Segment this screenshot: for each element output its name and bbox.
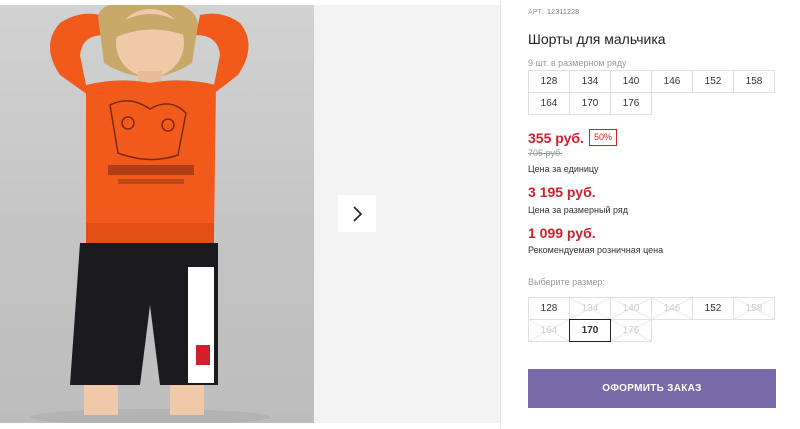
article-value: 12311228 [547,9,580,16]
chevron-right-icon [353,205,363,222]
size-option-label: 128 [540,303,558,314]
retail-price: 1 099 руб. [528,225,596,241]
size-option[interactable]: 128 [528,297,570,320]
size-option-label: 152 [704,303,722,314]
size-option[interactable]: 152 [692,297,734,320]
size-option-unavailable: 140 [610,297,652,320]
article-label: АРТ: [528,9,545,16]
panel-divider [500,0,501,429]
size-option-label: 158 [745,303,763,314]
size-option-unavailable: 164 [528,319,570,342]
place-order-button[interactable]: ОФОРМИТЬ ЗАКАЗ [528,369,776,408]
size-option-unavailable: 158 [733,297,775,320]
size-option-label: 170 [581,325,599,336]
article-number: АРТ: 12311228 [528,9,579,16]
series-size-cell: 128 [528,70,570,93]
series-size-cell: 134 [569,70,611,93]
choose-size-label: Выберите размер: [528,277,605,287]
series-size-cell: 176 [610,92,652,115]
size-series-grid: 128 134 140 146 152 158 164 170 176 [528,70,780,115]
series-price-label: Цена за размерный ряд [528,205,629,215]
series-size-cell: 170 [569,92,611,115]
size-option-label: 146 [663,303,681,314]
size-option-unavailable: 134 [569,297,611,320]
series-size-cell: 152 [692,70,734,93]
series-size-cell: 140 [610,70,652,93]
size-option-label: 176 [622,325,640,336]
retail-price-label: Рекомендуемая розничная цена [528,245,664,255]
unit-price-label: Цена за единицу [528,164,599,174]
series-size-cell: 146 [651,70,693,93]
size-option-label: 134 [581,303,599,314]
series-price: 3 195 руб. [528,184,596,200]
size-option-selected[interactable]: 170 [569,319,611,342]
size-option-unavailable: 176 [610,319,652,342]
old-price: 705 руб. [528,148,563,158]
discount-badge: 50% [588,129,617,146]
size-selector-grid: 128 134 140 146 152 158 164 170 176 [528,297,780,342]
series-size-cell: 158 [733,70,775,93]
unit-price: 355 руб. [528,129,584,146]
size-option-unavailable: 146 [651,297,693,320]
next-image-button[interactable] [338,195,376,232]
size-option-label: 164 [540,325,558,336]
series-size-cell: 164 [528,92,570,115]
product-photo [0,5,314,423]
pack-info: 9 шт. в размерном ряду [528,58,627,68]
product-title: Шорты для мальчика [528,31,666,47]
unit-price-row: 355 руб. 50% [528,129,617,146]
boy-in-orange-sweatshirt-image [30,5,270,423]
size-option-label: 140 [622,303,640,314]
